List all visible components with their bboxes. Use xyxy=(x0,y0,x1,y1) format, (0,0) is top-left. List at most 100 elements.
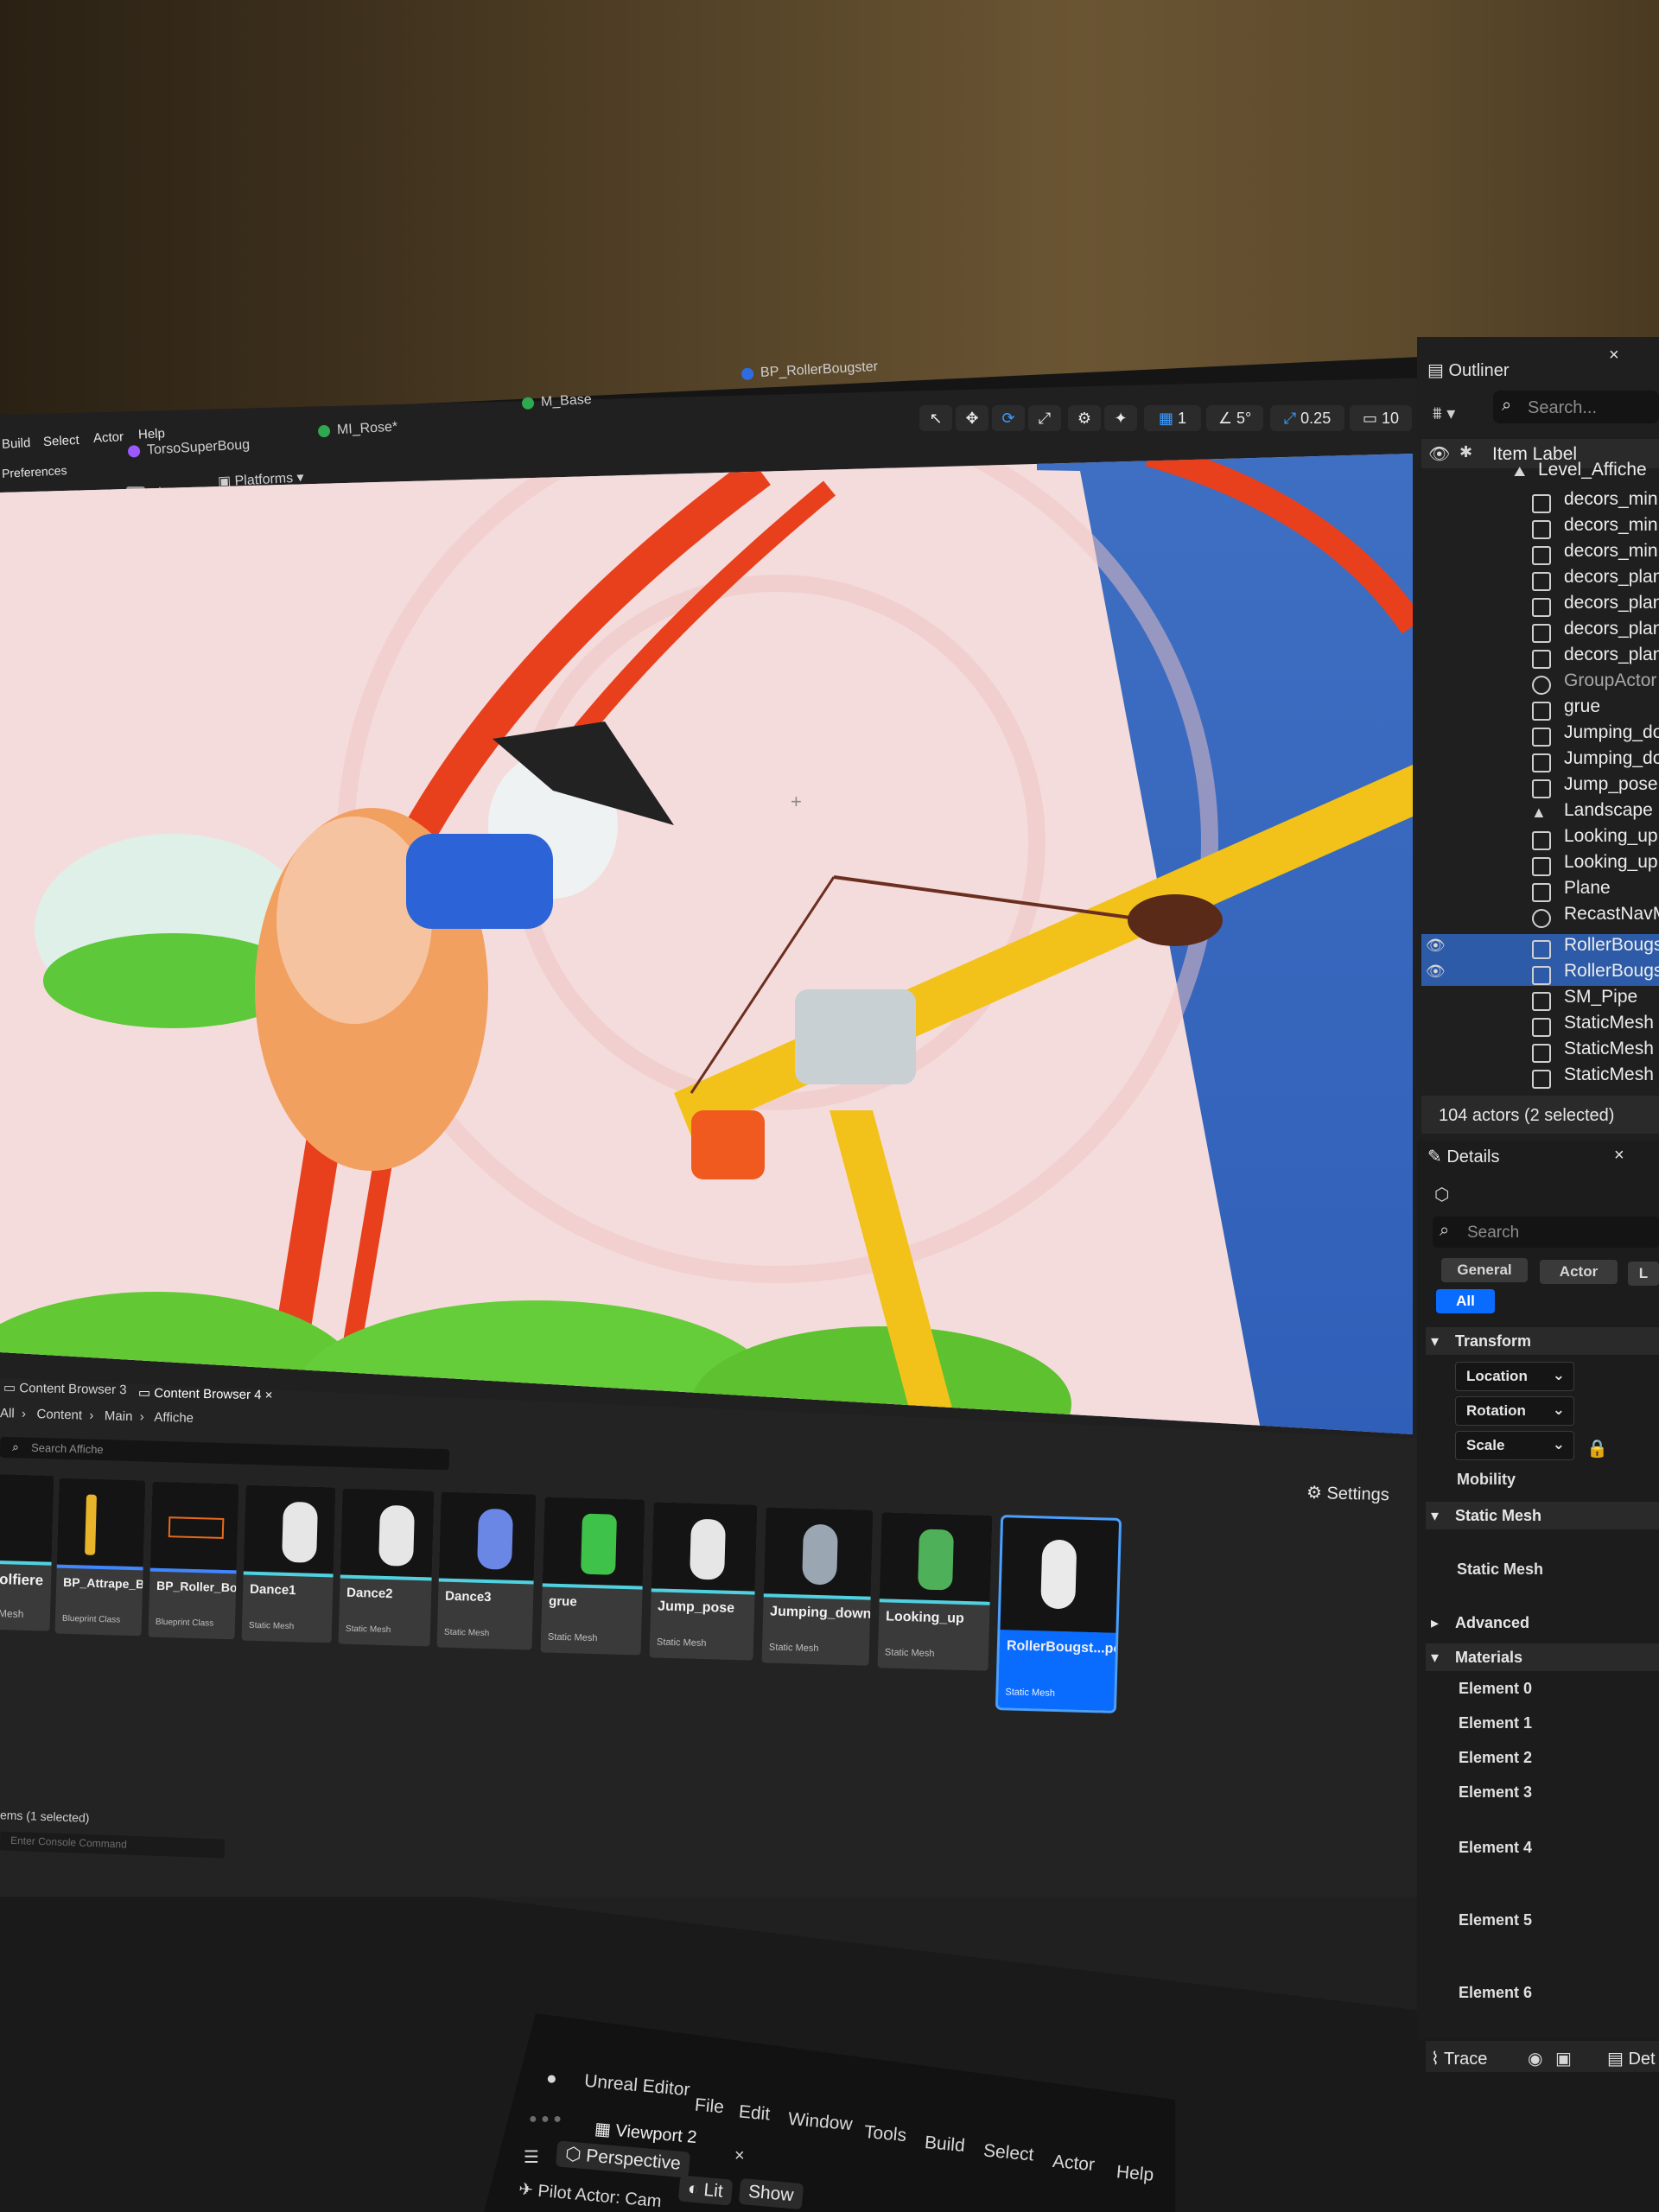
material-icon xyxy=(521,397,535,410)
outliner-row[interactable]: Looking_up xyxy=(1564,852,1658,873)
asset-tile[interactable]: Jump_pose Static Mesh xyxy=(649,1502,758,1661)
filter-l[interactable]: L xyxy=(1628,1262,1659,1286)
transform-section[interactable]: ▾ Transform xyxy=(1426,1327,1659,1355)
outliner-row[interactable]: decors_min xyxy=(1564,515,1658,536)
world-local-icon[interactable]: ⚙ xyxy=(1068,405,1101,431)
asset-tile[interactable]: BP_Attrape_Boug1 Blueprint Class xyxy=(54,1478,146,1637)
apple-icon[interactable]: ● xyxy=(546,2069,557,2089)
settings-button[interactable]: ⚙ Settings xyxy=(1306,1482,1389,1505)
camera-icon[interactable]: ▣ xyxy=(1555,2048,1572,2069)
outliner-row[interactable]: decors_min xyxy=(1564,541,1658,562)
mac-menu-actor[interactable]: Actor xyxy=(1052,2152,1096,2176)
outliner-row[interactable]: decors_plan xyxy=(1564,593,1659,613)
outliner-row[interactable]: decors_plan xyxy=(1564,567,1659,588)
menu-select[interactable]: Select xyxy=(43,433,80,449)
outliner-row[interactable]: decors_plan xyxy=(1564,619,1659,639)
outliner-row[interactable]: StaticMesh xyxy=(1564,1039,1654,1059)
derived-data-button[interactable]: ▤ Det xyxy=(1607,2048,1656,2069)
visibility-icon[interactable]: 👁 xyxy=(1428,443,1450,465)
window-controls[interactable]: ● ● ● xyxy=(529,2112,562,2127)
outliner-row-selected[interactable]: RollerBougs xyxy=(1564,961,1659,982)
filter-general[interactable]: General xyxy=(1441,1258,1528,1282)
outliner-row[interactable]: Jumping_do xyxy=(1564,722,1659,743)
outliner-row[interactable]: decors_plan xyxy=(1564,645,1659,665)
filter-icon[interactable]: ⩩ ▾ xyxy=(1433,403,1455,424)
surface-snap-icon[interactable]: ✦ xyxy=(1104,405,1137,431)
asset-tile[interactable]: olfiere Mesh xyxy=(0,1472,54,1631)
level-viewport[interactable]: + xyxy=(0,454,1413,1434)
broadcast-icon[interactable]: ◉ xyxy=(1528,2048,1542,2069)
lit-button[interactable]: ◐ Lit xyxy=(677,2175,733,2206)
breadcrumb-main[interactable]: Main xyxy=(105,1408,133,1424)
scale-snap-button[interactable]: ⤢ 0.25 xyxy=(1270,405,1344,431)
close-icon[interactable]: × xyxy=(1609,346,1619,365)
asset-tile[interactable]: Jumping_down Static Mesh xyxy=(761,1507,874,1666)
outliner-tab[interactable]: ▤ Outliner xyxy=(1427,359,1509,381)
mac-menu-build[interactable]: Build xyxy=(924,2133,966,2157)
visibility-icon[interactable]: 👁 xyxy=(1426,963,1446,981)
tab-content-browser-4[interactable]: ▭ Content Browser 4 × xyxy=(138,1385,273,1403)
trace-button[interactable]: ⌇ Trace xyxy=(1431,2048,1487,2069)
outliner-row-selected[interactable]: RollerBougs xyxy=(1564,935,1659,956)
outliner-row[interactable]: Looking_up xyxy=(1564,826,1658,847)
outliner-row[interactable]: StaticMesh xyxy=(1564,1065,1654,1085)
asset-tile[interactable]: grue Static Mesh xyxy=(540,1497,645,1656)
select-tool-icon[interactable]: ↖ xyxy=(919,405,952,431)
outliner-row[interactable]: Plane xyxy=(1564,878,1611,899)
asset-tile[interactable]: Dance1 Static Mesh xyxy=(241,1484,336,1643)
move-tool-icon[interactable]: ✥ xyxy=(956,405,988,431)
filter-actor[interactable]: Actor xyxy=(1540,1260,1618,1284)
mac-menu-file[interactable]: File xyxy=(694,2095,725,2119)
hamburger-icon[interactable]: ☰ xyxy=(524,2146,539,2168)
tab-content-browser-3[interactable]: ▭ Content Browser 3 xyxy=(3,1380,127,1397)
material-icon xyxy=(317,424,331,438)
filter-all[interactable]: All xyxy=(1436,1289,1495,1313)
breadcrumb-all[interactable]: All xyxy=(0,1406,15,1421)
details-tab[interactable]: ✎ Details xyxy=(1427,1146,1499,1167)
mac-menu-help[interactable]: Help xyxy=(1116,2162,1154,2186)
lock-icon[interactable]: 🔒 xyxy=(1586,1438,1608,1459)
outliner-row[interactable]: SM_Pipe xyxy=(1564,987,1637,1007)
outliner-row[interactable]: Jumping_do xyxy=(1564,748,1659,769)
mac-menu-tools[interactable]: Tools xyxy=(863,2122,907,2146)
breadcrumb-affiche[interactable]: Affiche xyxy=(154,1410,194,1426)
outliner-row[interactable]: StaticMesh xyxy=(1564,1013,1654,1033)
outliner-search-input[interactable]: ⌕ Search... xyxy=(1493,391,1659,423)
static-mesh-section[interactable]: ▾ Static Mesh xyxy=(1426,1502,1659,1529)
outliner-row[interactable]: decors_min xyxy=(1564,489,1658,510)
close-icon[interactable]: × xyxy=(261,1388,273,1402)
close-icon[interactable]: × xyxy=(734,2146,745,2166)
mac-menu-edit[interactable]: Edit xyxy=(738,2101,771,2125)
breadcrumb-content[interactable]: Content xyxy=(36,1407,82,1422)
asset-tile[interactable]: Looking_up Static Mesh xyxy=(877,1512,993,1671)
menu-actor[interactable]: Actor xyxy=(93,429,124,446)
materials-section[interactable]: ▾ Materials xyxy=(1426,1643,1659,1671)
menu-help[interactable]: Help xyxy=(138,426,166,442)
location-dropdown[interactable]: Location ⌄ xyxy=(1455,1362,1574,1391)
asset-tile[interactable]: BP_Roller_Bougster1 Blueprint Class xyxy=(148,1481,239,1640)
camera-speed-button[interactable]: ▭ 10 xyxy=(1350,405,1412,431)
outliner-row[interactable]: GroupActor xyxy=(1564,671,1656,691)
show-button[interactable]: Show xyxy=(738,2177,804,2210)
menu-build[interactable]: Build xyxy=(2,435,31,452)
asset-tile[interactable]: Dance2 Static Mesh xyxy=(338,1488,435,1647)
angle-snap-button[interactable]: ∠ 5° xyxy=(1206,405,1263,431)
grid-snap-button[interactable]: ▦ 1 xyxy=(1144,405,1201,431)
outliner-row[interactable]: Landscape xyxy=(1564,800,1653,821)
details-search-input[interactable]: ⌕ Search xyxy=(1433,1217,1659,1248)
close-icon[interactable]: × xyxy=(1614,1146,1624,1166)
advanced-section[interactable]: ▸ Advanced xyxy=(1426,1609,1659,1637)
outliner-row[interactable]: Jump_pose xyxy=(1564,774,1658,795)
outliner-row[interactable]: RecastNavM xyxy=(1564,904,1659,925)
outliner-row-level[interactable]: Level_Affiche xyxy=(1538,460,1647,480)
visibility-icon[interactable]: 👁 xyxy=(1426,937,1446,955)
scale-dropdown[interactable]: Scale ⌄ xyxy=(1455,1431,1574,1460)
outliner-row[interactable]: grue xyxy=(1564,696,1600,717)
mac-menu-select[interactable]: Select xyxy=(982,2141,1034,2166)
asset-tile-selected[interactable]: RollerBougst...pose Static Mesh xyxy=(995,1515,1122,1713)
asset-tile[interactable]: Dance3 Static Mesh xyxy=(436,1491,537,1650)
scale-tool-icon[interactable]: ⤢ xyxy=(1028,405,1061,431)
rotate-tool-icon[interactable]: ⟳ xyxy=(992,405,1025,431)
rotation-dropdown[interactable]: Rotation ⌄ xyxy=(1455,1396,1574,1426)
pin-icon[interactable]: ✱ xyxy=(1459,443,1472,461)
